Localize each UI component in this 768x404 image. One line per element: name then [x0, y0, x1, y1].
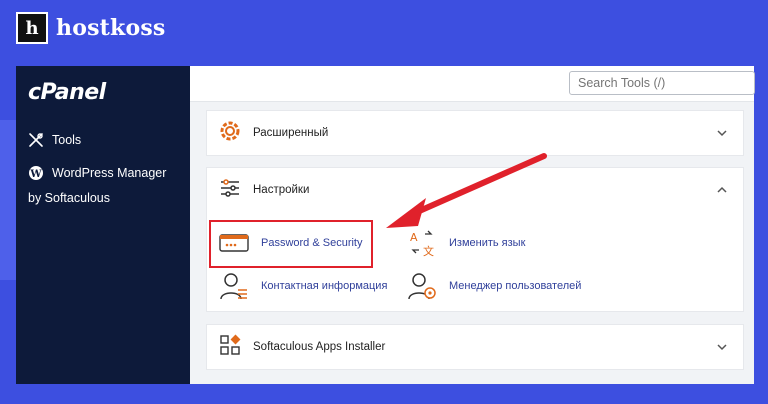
- tool-label: Контактная информация: [261, 280, 388, 292]
- sidebar: cPanel Tools W WordPress Manager by Soft…: [16, 66, 190, 384]
- sidebar-item-tools[interactable]: Tools: [28, 132, 81, 148]
- section-header-preferences[interactable]: Настройки: [207, 168, 743, 212]
- wordpress-icon: W: [28, 165, 44, 181]
- user-manager-icon: [407, 271, 437, 301]
- section-title: Настройки: [253, 184, 310, 196]
- cpanel-window: cPanel Tools W WordPress Manager by Soft…: [16, 66, 755, 384]
- tool-label: Password & Security: [261, 237, 363, 249]
- password-icon: [219, 228, 249, 258]
- tool-change-language[interactable]: A文 Изменить язык: [407, 228, 525, 258]
- section-title: Softaculous Apps Installer: [253, 341, 386, 353]
- contact-icon: [219, 271, 249, 301]
- sidebar-item-label: WordPress Manager: [52, 166, 167, 180]
- svg-text:文: 文: [423, 244, 434, 258]
- tool-label: Менеджер пользователей: [449, 280, 582, 292]
- brand-mark: h: [16, 12, 48, 44]
- svg-text:A: A: [410, 231, 418, 244]
- sidebar-item-label: Tools: [52, 133, 82, 147]
- section-advanced: Расширенный: [206, 110, 744, 156]
- advanced-gear-icon: [219, 120, 241, 147]
- language-icon: A文: [407, 228, 437, 258]
- tool-password-security[interactable]: Password & Security: [219, 228, 362, 258]
- sidebar-item-wordpress[interactable]: W WordPress Manager: [28, 165, 166, 181]
- sliders-icon: [219, 177, 241, 204]
- chevron-down-icon: [717, 130, 727, 137]
- cpanel-logo[interactable]: cPanel: [28, 80, 106, 105]
- tool-user-manager[interactable]: Менеджер пользователей: [407, 271, 581, 301]
- tools-icon: [28, 132, 44, 148]
- svg-text:W: W: [29, 169, 42, 180]
- brand-logo: h hostkoss: [16, 12, 166, 44]
- sidebar-item-sublabel[interactable]: by Softaculous: [28, 191, 110, 205]
- main-content: Расширенный Настройки Password & Securit…: [190, 66, 755, 384]
- section-header-advanced[interactable]: Расширенный: [207, 111, 743, 155]
- section-softaculous: Softaculous Apps Installer: [206, 324, 744, 370]
- chevron-down-icon: [717, 344, 727, 351]
- tool-label: Изменить язык: [449, 237, 526, 249]
- search-input[interactable]: [569, 71, 755, 95]
- section-preferences: Настройки Password & Security A文 Изменит…: [206, 167, 744, 312]
- chevron-up-icon: [717, 186, 727, 193]
- apps-grid-icon: [219, 334, 241, 361]
- section-header-softaculous[interactable]: Softaculous Apps Installer: [207, 325, 743, 369]
- brand-mark-letter: h: [25, 17, 39, 39]
- section-title: Расширенный: [253, 127, 329, 139]
- brand-name: hostkoss: [56, 15, 166, 41]
- top-bar: [190, 66, 755, 102]
- tool-contact-info[interactable]: Контактная информация: [219, 271, 387, 301]
